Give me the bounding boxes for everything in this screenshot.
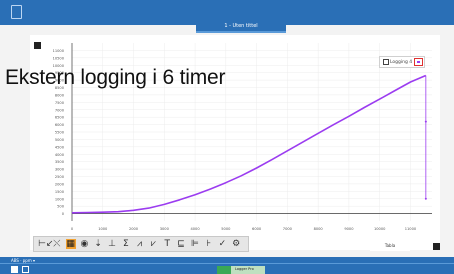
table-button[interactable]: Tabla <box>370 241 410 251</box>
x-tick-label: 5000 <box>221 227 231 231</box>
app-icon <box>217 266 231 274</box>
y-tick-label: 4000 <box>55 153 65 157</box>
toolbar-tool[interactable]: ⚙ <box>231 239 241 249</box>
series-line <box>71 74 427 214</box>
y-tick-label: 6500 <box>55 116 65 120</box>
toolbar-tool[interactable]: ⊫ <box>190 239 200 249</box>
x-tick-label: 9000 <box>344 227 354 231</box>
search-icon[interactable] <box>22 266 29 273</box>
x-tick-label: 4000 <box>190 227 200 231</box>
legend-box[interactable]: Logging 4 <box>379 56 425 68</box>
x-tick-label: 7000 <box>283 227 293 231</box>
toolbar-tool[interactable]: ⊥ <box>107 239 117 249</box>
legend-checkbox-icon[interactable] <box>383 59 389 65</box>
x-tick-label: 10000 <box>374 227 386 231</box>
tab-indicator <box>196 31 286 33</box>
toolbar-tool[interactable]: Σ <box>121 239 131 249</box>
taskbar-app-item[interactable]: Logger Pro <box>217 266 265 274</box>
x-tick-label: 1000 <box>98 227 108 231</box>
cursor-point <box>424 197 427 200</box>
toolbar-tool[interactable]: ▦ <box>65 239 76 249</box>
toolbar-tool[interactable]: ⊢↙ <box>38 239 53 249</box>
y-tick-label: 5000 <box>55 138 65 142</box>
x-tick-label: 8000 <box>314 227 324 231</box>
y-tick-label: 7000 <box>55 108 65 112</box>
y-tick-label: 4500 <box>55 145 65 149</box>
x-tick-label: 3000 <box>160 227 170 231</box>
toolbar-tool[interactable]: ⩗ <box>148 239 158 249</box>
overlay-title: Ekstern logging i 6 timer <box>5 66 226 89</box>
toolbar-tool[interactable]: ✓ <box>217 239 227 249</box>
y-tick-label: 7500 <box>55 101 65 105</box>
y-tick-label: 500 <box>57 205 65 209</box>
toolbar-tool[interactable]: T <box>162 239 172 249</box>
document-icon[interactable] <box>11 5 22 19</box>
y-tick-label: 1000 <box>55 197 65 201</box>
y-tick-label: 0 <box>62 212 65 216</box>
y-tick-label: 1500 <box>55 190 65 194</box>
x-tick-label: 0 <box>71 227 74 231</box>
legend-label: Logging 4 <box>390 60 413 65</box>
expand-icon[interactable] <box>433 243 440 250</box>
graph-toolbar: ⊢↙ ⤬ ▦ ◉ ⇣ ⊥ Σ ⩘ ⩗ T ⊑ ⊫ ⊦ ✓ ⚙ <box>33 236 249 252</box>
taskbar-app-label: Logger Pro <box>235 267 254 271</box>
x-tick-label: 2000 <box>129 227 139 231</box>
status-bar: ABS · ppm ▾ Logger Pro <box>0 257 454 274</box>
toolbar-tool[interactable]: ⊦ <box>204 239 214 249</box>
toolbar-tool[interactable]: ⊑ <box>176 239 186 249</box>
toolbar-tool[interactable]: ◉ <box>79 239 89 249</box>
lock-icon[interactable] <box>34 42 41 49</box>
start-icon[interactable] <box>11 266 18 273</box>
toolbar-tool[interactable]: ⩘ <box>135 239 145 249</box>
toolbar-tool[interactable]: ⇣ <box>93 239 103 249</box>
cursor-point <box>424 120 427 123</box>
legend-color-button[interactable] <box>414 58 423 66</box>
y-tick-label: 10500 <box>53 56 65 60</box>
y-tick-label: 3000 <box>55 168 65 172</box>
x-tick-label: 6000 <box>252 227 262 231</box>
x-tick-label: 11000 <box>405 227 417 231</box>
y-tick-label: 6000 <box>55 123 65 127</box>
status-divider <box>0 263 454 264</box>
y-tick-label: 5500 <box>55 131 65 135</box>
y-tick-label: 2500 <box>55 175 65 179</box>
y-tick-label: 2000 <box>55 182 65 186</box>
y-tick-label: 3500 <box>55 160 65 164</box>
toolbar-tool[interactable]: ⤬ <box>52 239 62 249</box>
y-tick-label: 11000 <box>53 49 65 53</box>
y-tick-label: 8000 <box>55 93 65 97</box>
